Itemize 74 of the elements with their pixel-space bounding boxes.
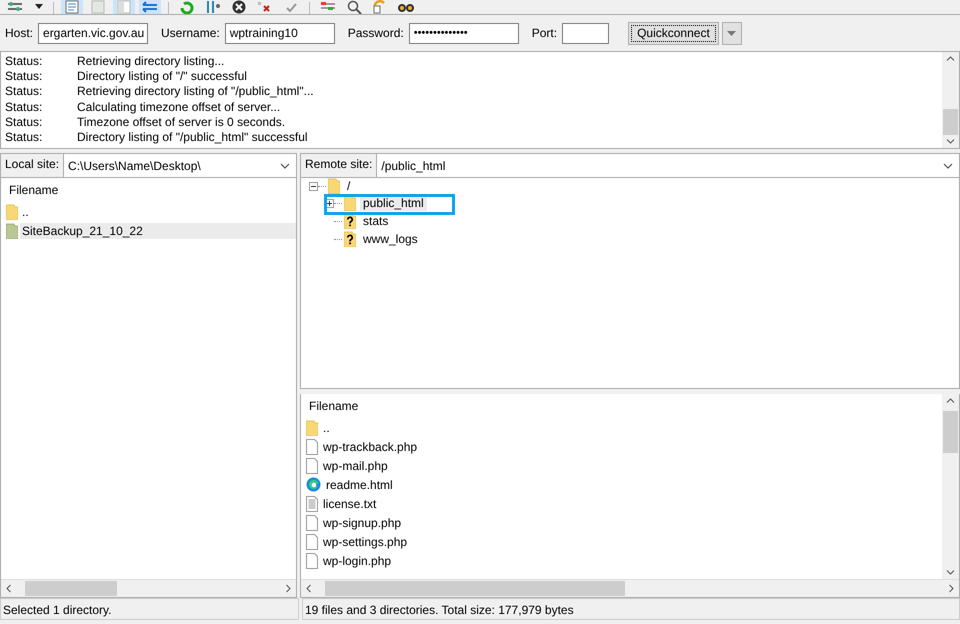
scroll-up-icon[interactable] — [946, 56, 955, 61]
log-label: Status: — [5, 54, 44, 70]
status-text: Selected 1 directory. — [0, 598, 299, 620]
file-name[interactable]: license.txt — [321, 496, 378, 512]
quickconnect-button[interactable]: Quickconnect — [628, 22, 719, 44]
file-name[interactable]: SiteBackup_21_10_22 — [20, 222, 296, 238]
document-icon — [306, 514, 318, 530]
vertical-scrollbar[interactable] — [942, 394, 959, 579]
log-message: Retrieving directory listing... — [77, 54, 224, 70]
file-name[interactable]: .. — [20, 204, 31, 220]
document-icon — [306, 438, 318, 454]
file-name[interactable]: readme.html — [324, 476, 395, 492]
log-message: Retrieving directory listing of "/public_html"... — [77, 84, 314, 100]
horizontal-scrollbar[interactable] — [1, 579, 296, 597]
log-message: Timezone offset of server is 0 seconds. — [77, 114, 286, 130]
scroll-thumb[interactable] — [943, 411, 958, 453]
column-header[interactable]: Filename — [306, 394, 942, 418]
document-icon — [306, 552, 318, 568]
input-field[interactable]: ergarten.vic.gov.au — [38, 22, 148, 44]
scroll-right-icon[interactable] — [286, 584, 291, 593]
caret-down-icon[interactable] — [727, 30, 736, 36]
vertical-scrollbar[interactable] — [942, 52, 959, 148]
log-message: Directory listing of "/public_html" successful — [77, 130, 308, 146]
document-icon — [306, 534, 318, 550]
scroll-left-icon[interactable] — [306, 584, 311, 593]
file-name[interactable]: wp-settings.php — [321, 534, 410, 550]
password-field[interactable]: •••••••••••••• — [408, 22, 519, 44]
scroll-thumb[interactable] — [325, 581, 625, 596]
scroll-up-icon[interactable] — [946, 398, 955, 403]
file-name[interactable]: wp-login.php — [321, 552, 394, 568]
folder-icon — [306, 420, 318, 436]
dropdown-button[interactable] — [722, 22, 742, 44]
folder-icon — [6, 222, 18, 238]
tree-item[interactable]: stats — [360, 213, 392, 229]
log-label: Status: — [5, 130, 44, 146]
tree-item[interactable]: www_logs — [360, 231, 421, 247]
scroll-down-icon[interactable] — [946, 139, 955, 144]
file-name[interactable]: .. — [321, 420, 332, 436]
scroll-left-icon[interactable] — [6, 584, 11, 593]
folder-icon — [328, 178, 340, 194]
document-icon — [306, 458, 318, 474]
question-folder-icon — [344, 231, 356, 247]
port-field[interactable] — [562, 22, 610, 44]
file-name[interactable]: wp-signup.php — [321, 514, 404, 530]
field-label: Host: — [5, 26, 34, 40]
field-label: Username: — [161, 26, 220, 40]
status-text: 19 files and 3 directories. Total size: 177,979 bytes — [302, 598, 960, 620]
scroll-down-icon[interactable] — [946, 570, 955, 575]
text-file-icon — [306, 496, 318, 512]
scroll-right-icon[interactable] — [949, 584, 954, 593]
file-name[interactable]: wp-trackback.php — [321, 438, 420, 454]
horizontal-scrollbar[interactable] — [301, 579, 959, 597]
log-message: Calculating timezone offset of server... — [77, 100, 280, 115]
cancel-icon[interactable] — [230, 0, 248, 14]
message-log-icon[interactable] — [63, 0, 81, 14]
tree-item[interactable]: / — [344, 178, 354, 194]
log-label: Status: — [5, 114, 44, 130]
question-folder-icon — [344, 213, 356, 229]
log-label: Status: — [5, 84, 44, 100]
folder-icon — [344, 195, 356, 211]
log-message: Directory listing of "/" successful — [77, 69, 247, 84]
file-name[interactable]: wp-mail.php — [321, 458, 390, 474]
log-label: Status: — [5, 100, 44, 115]
column-header[interactable]: Filename — [6, 178, 296, 202]
field-label: Port: — [532, 26, 558, 40]
search-icon[interactable] — [345, 0, 363, 14]
folder-icon — [6, 204, 18, 220]
scroll-thumb[interactable] — [943, 109, 958, 135]
input-field[interactable]: wptraining10 — [224, 22, 335, 44]
refresh-icon[interactable] — [178, 0, 196, 14]
log-label: Status: — [5, 69, 44, 84]
scroll-thumb[interactable] — [25, 581, 117, 596]
collapse-icon[interactable] — [309, 182, 318, 190]
field-label: Password: — [348, 26, 404, 40]
